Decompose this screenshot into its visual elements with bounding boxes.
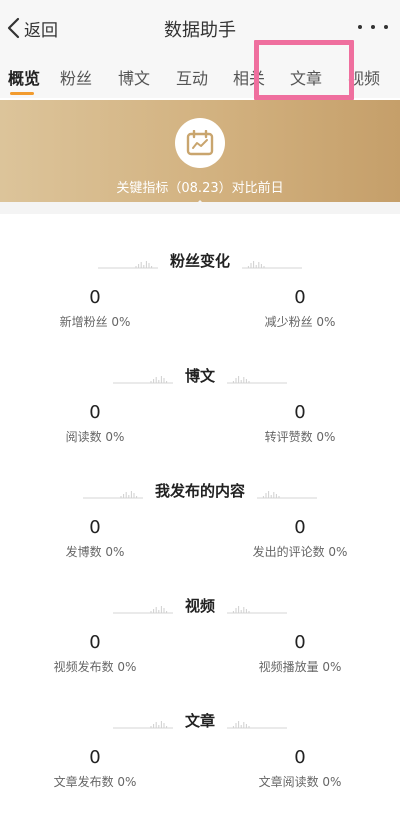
metric-label: 转评赞数 0% (264, 430, 336, 444)
key-metrics-banner: 关键指标（08.23）对比前日 (0, 100, 400, 202)
tab-related[interactable]: 相关 (233, 65, 265, 89)
top-bar: 返回 数据助手 (0, 0, 400, 56)
wave-decoration (257, 484, 317, 499)
metric-value: 0 (89, 287, 101, 308)
wave-decoration (227, 599, 287, 614)
tab-bar: 概览 粉丝 博文 互动 相关 文章 视频 (0, 56, 400, 98)
tab-interaction[interactable]: 互动 (176, 65, 208, 89)
banner-caption: 关键指标（08.23）对比前日 (116, 181, 284, 196)
metric-label: 视频播放量 0% (258, 660, 342, 674)
metric-value: 0 (294, 517, 306, 538)
page-title: 数据助手 (164, 20, 236, 41)
active-tab-indicator (10, 92, 34, 95)
metric-value: 0 (294, 402, 306, 423)
metric-value: 0 (89, 517, 101, 538)
metric-value: 0 (89, 402, 101, 423)
metric-value: 0 (294, 632, 306, 653)
more-dot (371, 25, 375, 29)
wave-decoration (113, 599, 173, 614)
metric-label: 减少粉丝 0% (264, 315, 336, 329)
section-title: 我发布的内容 (154, 482, 245, 500)
metric-label: 文章阅读数 0% (258, 775, 342, 789)
metric-label: 发博数 0% (65, 545, 125, 559)
more-dot (384, 25, 388, 29)
tab-overview[interactable]: 概览 (8, 65, 40, 89)
metric-value: 0 (294, 747, 306, 768)
wave-decoration (242, 254, 302, 269)
wave-decoration (113, 714, 173, 729)
section-title: 文章 (184, 712, 215, 730)
metric-value: 0 (89, 632, 101, 653)
tab-fans[interactable]: 粉丝 (60, 65, 92, 89)
more-dot (358, 25, 362, 29)
banner-pointer (192, 200, 208, 208)
wave-decoration (113, 369, 173, 384)
chart-calendar-icon (175, 118, 225, 168)
tab-articles[interactable]: 文章 (290, 65, 322, 89)
section-title: 博文 (184, 367, 215, 385)
wave-decoration (227, 714, 287, 729)
wave-decoration (227, 369, 287, 384)
metric-label: 发出的评论数 0% (252, 545, 348, 559)
metric-label: 视频发布数 0% (53, 660, 137, 674)
metric-value: 0 (294, 287, 306, 308)
wave-decoration (98, 254, 158, 269)
metric-label: 阅读数 0% (65, 430, 125, 444)
wave-decoration (83, 484, 143, 499)
more-options-icon[interactable] (358, 16, 388, 38)
section-title: 视频 (184, 597, 215, 615)
metric-label: 文章发布数 0% (53, 775, 137, 789)
metric-label: 新增粉丝 0% (59, 315, 131, 329)
metric-value: 0 (89, 747, 101, 768)
tab-posts[interactable]: 博文 (118, 65, 150, 89)
tab-videos[interactable]: 视频 (348, 65, 380, 89)
section-title: 粉丝变化 (169, 252, 230, 270)
